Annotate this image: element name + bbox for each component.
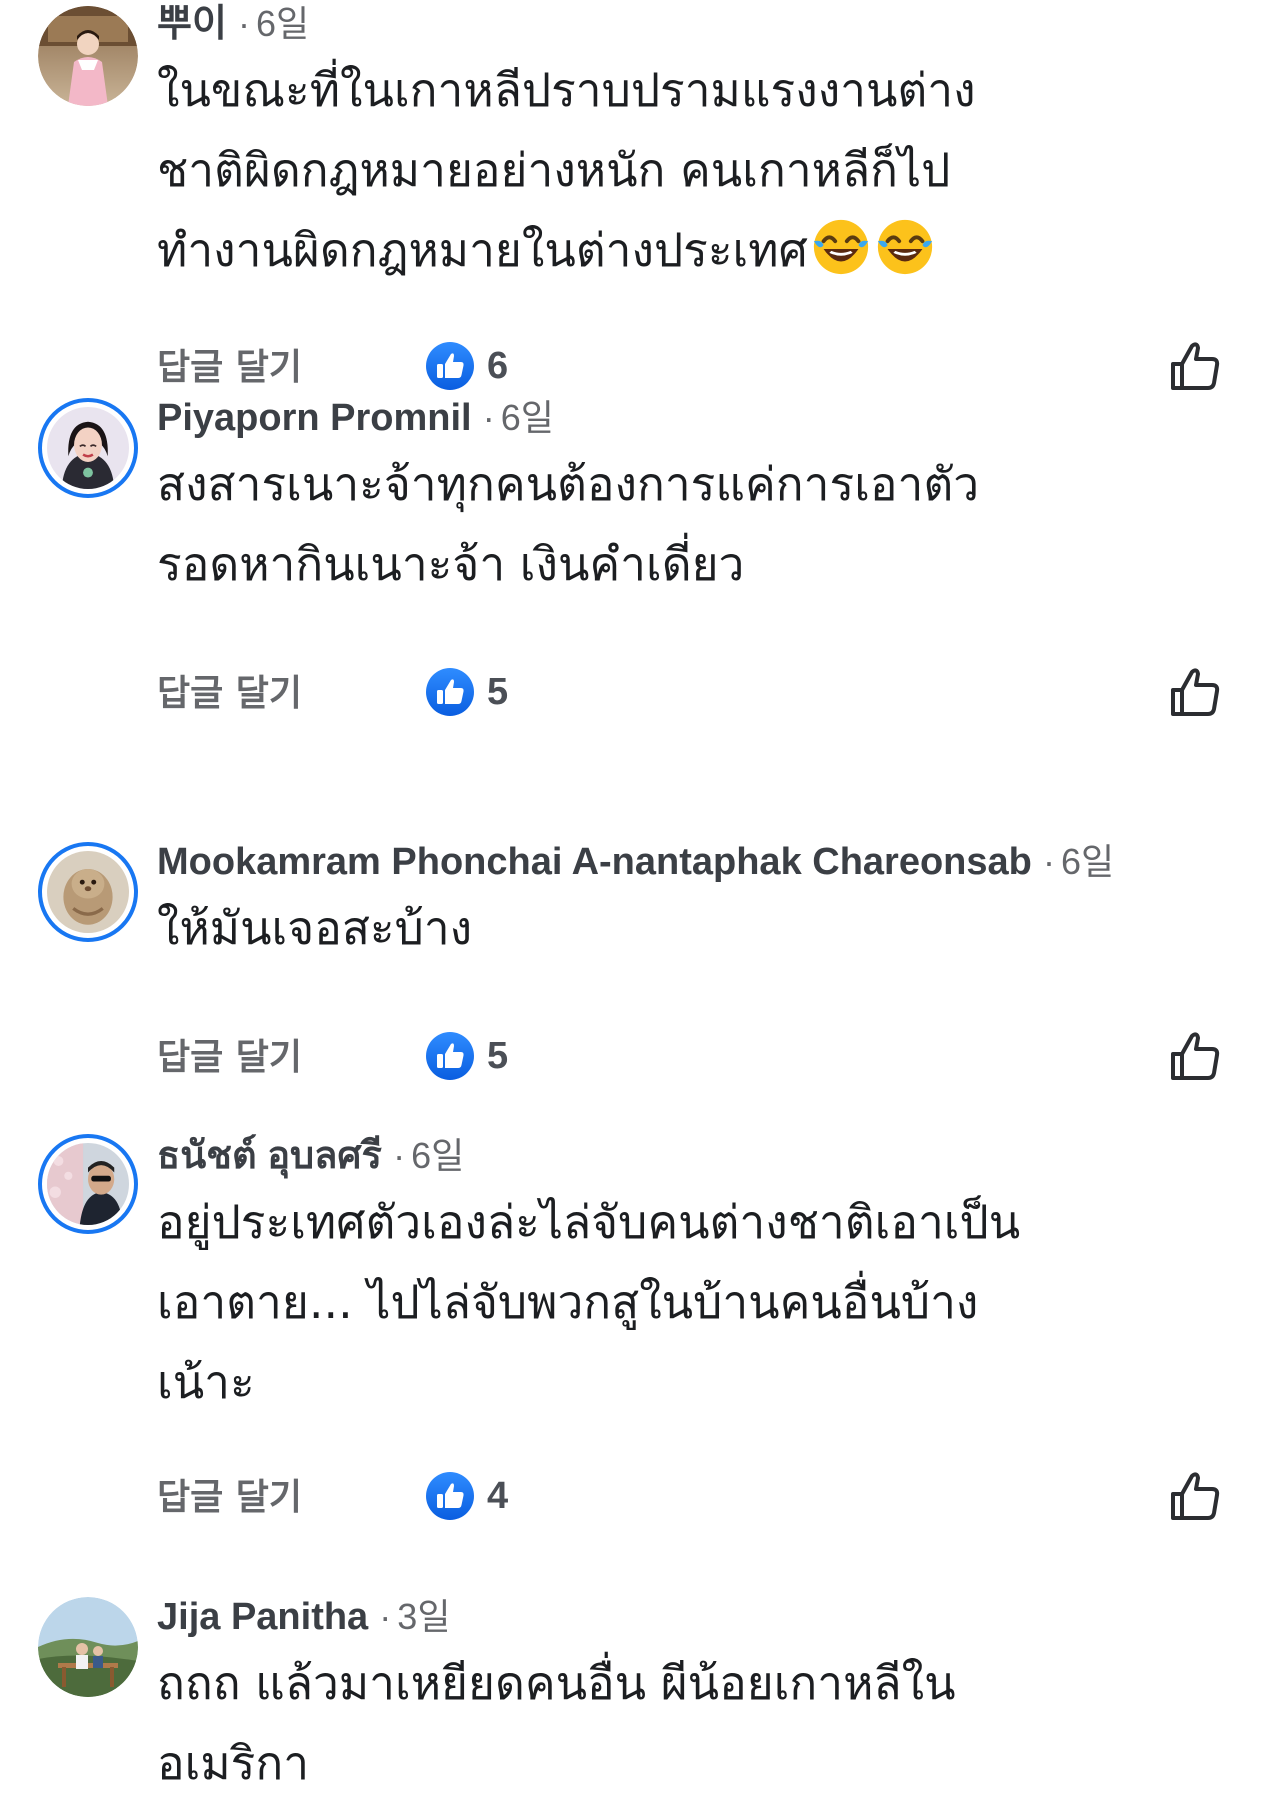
comment-actions: 답글 달기 5: [157, 664, 1220, 724]
comment-timestamp[interactable]: · 6일: [238, 3, 309, 44]
comment-text: ถถถ แล้วมาเหยียดคนอื่น ผีน้อยเกาหลีใน อเ…: [157, 1643, 1217, 1803]
comment-text: ในขณะที่ในเกาหลีปราบปรามแรงงานต่าง ชาติผ…: [157, 50, 1217, 290]
avatar[interactable]: [38, 1597, 138, 1697]
like-reaction-icon: [426, 342, 474, 390]
reaction-count: 5: [487, 1034, 509, 1077]
comment-author-name[interactable]: Mookamram Phonchai A-nantaphak Chareonsa…: [157, 841, 1032, 883]
like-button-thumbs-up-icon[interactable]: [1167, 1468, 1223, 1524]
comment-timestamp[interactable]: · 6일: [1043, 841, 1114, 882]
like-reaction-icon: [426, 1032, 474, 1080]
reaction-summary[interactable]: 6: [425, 340, 508, 392]
comment-author-name[interactable]: Piyaporn Promnil: [157, 397, 472, 439]
comment-text: อยู่ประเทศตัวเองล่ะไล่จับคนต่างชาติเอาเป…: [157, 1182, 1217, 1422]
comment-timestamp[interactable]: · 6일: [393, 1135, 464, 1176]
comment-text-line: ให้มันเจอสะบ้าง: [157, 901, 473, 955]
comment-header: Mookamram Phonchai A-nantaphak Chareonsa…: [157, 838, 1114, 893]
comment-text: สงสารเนาะจ้าทุกคนต้องการแค่การเอาตัว รอด…: [157, 444, 1217, 604]
comment-header: 뿌이 · 6일: [157, 0, 309, 55]
comment-text-line: เอาตาย... ไปไล่จับพวกสูในบ้านคนอื่นบ้าง: [157, 1275, 979, 1329]
profile-photo: [38, 1597, 138, 1697]
reaction-summary[interactable]: 5: [425, 1030, 508, 1082]
comment-header: Jija Panitha · 3일: [157, 1593, 450, 1648]
profile-photo: [47, 851, 129, 933]
comment-text-line: ทำงานผิดกฎหมายในต่างประเทศ: [157, 223, 808, 277]
like-button-thumbs-up-icon[interactable]: [1167, 664, 1223, 720]
comment-timestamp[interactable]: · 6일: [483, 397, 554, 438]
comment-header: Piyaporn Promnil · 6일: [157, 394, 554, 449]
avatar[interactable]: [38, 6, 138, 106]
comment-text-line: เน้าะ: [157, 1355, 255, 1409]
reply-button[interactable]: 답글 달기: [157, 1034, 302, 1082]
reaction-summary[interactable]: 5: [425, 666, 508, 718]
like-reaction-icon: [426, 1472, 474, 1520]
reply-button[interactable]: 답글 달기: [157, 344, 302, 392]
avatar[interactable]: [38, 1134, 138, 1234]
reaction-count: 6: [487, 344, 509, 387]
comment-text-line: ถถถ แล้วมาเหยียดคนอื่น ผีน้อยเกาหลีใน: [157, 1656, 956, 1710]
reply-button[interactable]: 답글 달기: [157, 1474, 302, 1522]
like-button-thumbs-up-icon[interactable]: [1167, 338, 1223, 394]
comment-text-line: อยู่ประเทศตัวเองล่ะไล่จับคนต่างชาติเอาเป…: [157, 1195, 1021, 1249]
comment-text-line: รอดหากินเนาะจ้า เงินคำเดี่ยว: [157, 537, 745, 591]
face-with-tears-of-joy-icon: [877, 219, 932, 275]
comment-actions: 답글 달기 6: [157, 338, 1220, 398]
comment-header: ธนัชต์ อุบลศรี · 6일: [157, 1132, 464, 1187]
like-button-thumbs-up-icon[interactable]: [1167, 1028, 1223, 1084]
reaction-summary[interactable]: 4: [425, 1470, 508, 1522]
avatar[interactable]: [38, 842, 138, 942]
comment-timestamp[interactable]: · 3일: [379, 1596, 450, 1637]
reaction-count: 5: [487, 670, 509, 713]
reply-button[interactable]: 답글 달기: [157, 670, 302, 718]
comment-actions: 답글 달기 5: [157, 1028, 1220, 1088]
comment-text: ให้มันเจอสะบ้าง: [157, 888, 1217, 968]
comment-author-name[interactable]: Jija Panitha: [157, 1596, 368, 1638]
comment-text-line: ในขณะที่ในเกาหลีปราบปรามแรงงานต่าง: [157, 63, 976, 117]
reaction-count: 4: [487, 1474, 509, 1517]
comment-text-line: ชาติผิดกฎหมายอย่างหนัก คนเกาหลีก็ไป: [157, 143, 951, 197]
comment-text-line: อเมริกา: [157, 1736, 310, 1790]
face-with-tears-of-joy-icon: [813, 219, 868, 275]
comment-author-name[interactable]: ธนัชต์ อุบลศรี: [157, 1135, 382, 1177]
like-reaction-icon: [426, 668, 474, 716]
profile-photo: [38, 6, 138, 106]
comment-actions: 답글 달기 4: [157, 1468, 1220, 1528]
profile-photo: [47, 407, 129, 489]
profile-photo: [47, 1143, 129, 1225]
comment-author-name[interactable]: 뿌이: [157, 3, 227, 45]
avatar[interactable]: [38, 398, 138, 498]
comment-text-line: สงสารเนาะจ้าทุกคนต้องการแค่การเอาตัว: [157, 457, 980, 511]
